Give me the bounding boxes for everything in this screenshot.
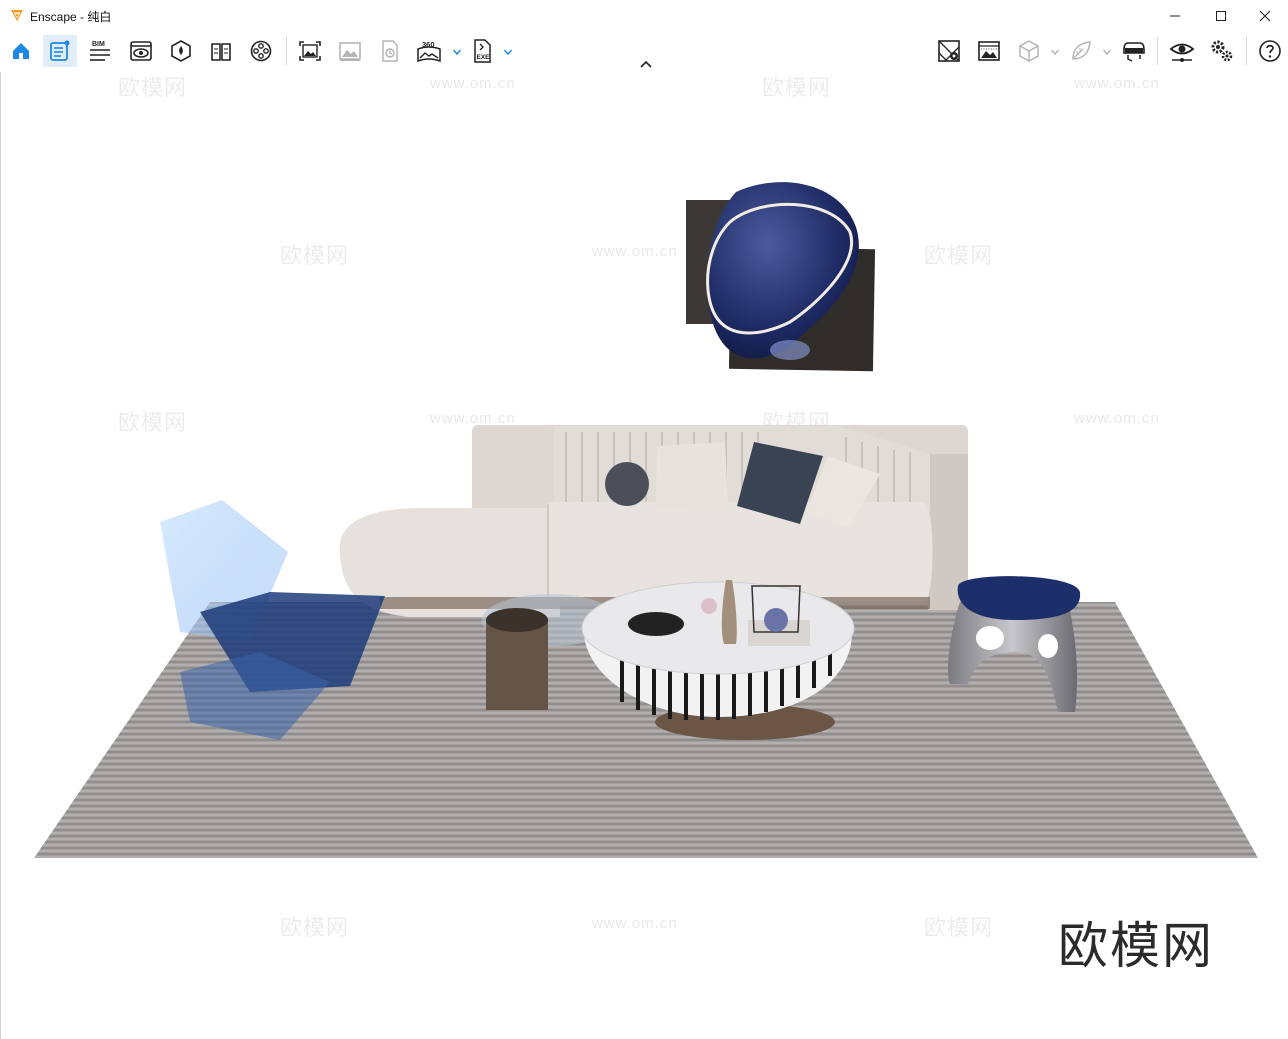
render-viewport[interactable]: 欧模网 www.om.cn 欧模网 www.om.cn 欧模网 www.om.c… [0,72,1288,1039]
file-export-button[interactable] [373,35,407,67]
file-export-icon [382,40,398,62]
wall-art [686,182,876,372]
exe-label: EXE [477,54,491,61]
exe-export-icon: EXE [474,39,491,63]
maximize-button[interactable] [1198,0,1244,31]
exe-dropdown-chevron-icon[interactable] [503,47,513,57]
brand-watermark: 欧模网 [1058,917,1214,975]
toolbar-separator [1157,37,1158,65]
visual-settings-icon [1169,43,1195,62]
atmosphere-image-icon [978,41,1000,61]
atmosphere-button[interactable] [164,35,198,67]
panorama-dropdown-chevron-icon[interactable] [452,47,462,57]
minimize-icon [1170,15,1180,16]
vr-headset-icon [1123,42,1145,62]
leaf-icon [1072,41,1091,60]
vr-headset-button[interactable] [1117,35,1151,67]
atmosphere-icon [171,40,191,62]
collapse-toolbar-chevron-up-icon[interactable] [638,58,654,70]
batch-render-icon [339,42,361,61]
material-editor-icon [211,43,231,61]
render-scene [34,182,1258,858]
material-editor-button[interactable] [204,35,238,67]
window-title: Enscape - 纯白 [30,10,112,24]
video-editor-button[interactable] [244,35,278,67]
views-icon [130,41,152,61]
leaf-button[interactable] [1064,35,1098,67]
bim-label: BIM [92,41,105,48]
help-button[interactable] [1253,35,1287,67]
assets-button[interactable] [43,35,77,67]
atmosphere-image-button[interactable] [972,35,1006,67]
home-icon [13,43,29,59]
screenshot-button[interactable] [293,35,327,67]
home-button[interactable] [4,35,38,67]
panorama-button[interactable]: 360 [412,35,446,67]
site-context-button[interactable] [932,35,966,67]
title-bar: Enscape - 纯白 [0,0,1288,32]
cube-view-button[interactable] [1012,35,1046,67]
general-settings-icon [1211,40,1233,62]
site-context-icon [938,40,960,62]
cube-view-icon [1019,40,1039,62]
bim-button[interactable]: BIM [83,35,117,67]
maximize-icon [1216,10,1226,21]
bim-icon: BIM [90,41,110,61]
toolbar-separator [286,37,287,65]
close-icon [1259,10,1271,21]
views-button[interactable] [124,35,158,67]
exe-export-button[interactable]: EXE [466,35,500,67]
help-icon [1259,40,1281,62]
window-border [0,72,1,1039]
general-settings-button[interactable] [1205,35,1239,67]
enscape-logo-icon [11,10,23,21]
visual-settings-button[interactable] [1165,35,1199,67]
cube-dropdown-chevron-icon[interactable] [1050,47,1060,57]
panorama-icon: 360 [417,40,441,63]
screenshot-icon [299,41,321,61]
toolbar-separator [1246,37,1247,65]
video-editor-icon [250,40,272,62]
close-button[interactable] [1242,0,1288,31]
assets-icon [50,40,70,61]
leaf-dropdown-chevron-icon[interactable] [1102,47,1112,57]
batch-render-button[interactable] [333,35,367,67]
minimize-button[interactable] [1152,0,1198,31]
